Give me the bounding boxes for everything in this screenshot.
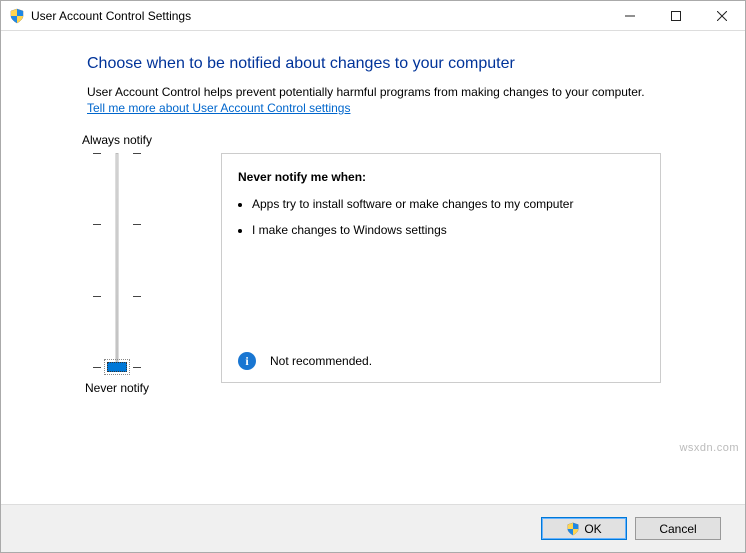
window-title: User Account Control Settings — [31, 9, 607, 23]
slider-track[interactable] — [105, 153, 129, 367]
cancel-label: Cancel — [659, 522, 696, 536]
detail-bullet: I make changes to Windows settings — [252, 222, 644, 238]
content-area: Choose when to be notified about changes… — [1, 31, 745, 504]
cancel-button[interactable]: Cancel — [635, 517, 721, 540]
slider-thumb[interactable] — [107, 362, 127, 372]
detail-title: Never notify me when: — [238, 170, 644, 184]
slider-label-top: Always notify — [57, 133, 177, 147]
page-heading: Choose when to be notified about changes… — [87, 55, 711, 73]
uac-settings-window: User Account Control Settings Choose whe… — [0, 0, 746, 553]
ok-button[interactable]: OK — [541, 517, 627, 540]
window-buttons — [607, 1, 745, 30]
learn-more-link[interactable]: Tell me more about User Account Control … — [87, 101, 350, 115]
close-button[interactable] — [699, 1, 745, 30]
detail-footer-text: Not recommended. — [270, 354, 372, 368]
maximize-button[interactable] — [653, 1, 699, 30]
detail-list: Apps try to install software or make cha… — [238, 196, 644, 352]
detail-panel: Never notify me when: Apps try to instal… — [221, 153, 661, 383]
minimize-button[interactable] — [607, 1, 653, 30]
ok-label: OK — [584, 522, 601, 536]
detail-footer: i Not recommended. — [238, 352, 644, 370]
watermark: wsxdn.com — [679, 442, 739, 454]
page-subhead: User Account Control helps prevent poten… — [87, 85, 711, 99]
titlebar: User Account Control Settings — [1, 1, 745, 31]
info-icon: i — [238, 352, 256, 370]
uac-shield-icon — [566, 522, 580, 536]
settings-row: Always notify Never notify Never notify … — [87, 133, 711, 395]
notification-slider: Always notify Never notify — [57, 133, 177, 395]
detail-bullet: Apps try to install software or make cha… — [252, 196, 644, 212]
uac-shield-icon — [9, 8, 25, 24]
button-bar: OK Cancel — [1, 504, 745, 552]
slider-label-bottom: Never notify — [57, 381, 177, 395]
